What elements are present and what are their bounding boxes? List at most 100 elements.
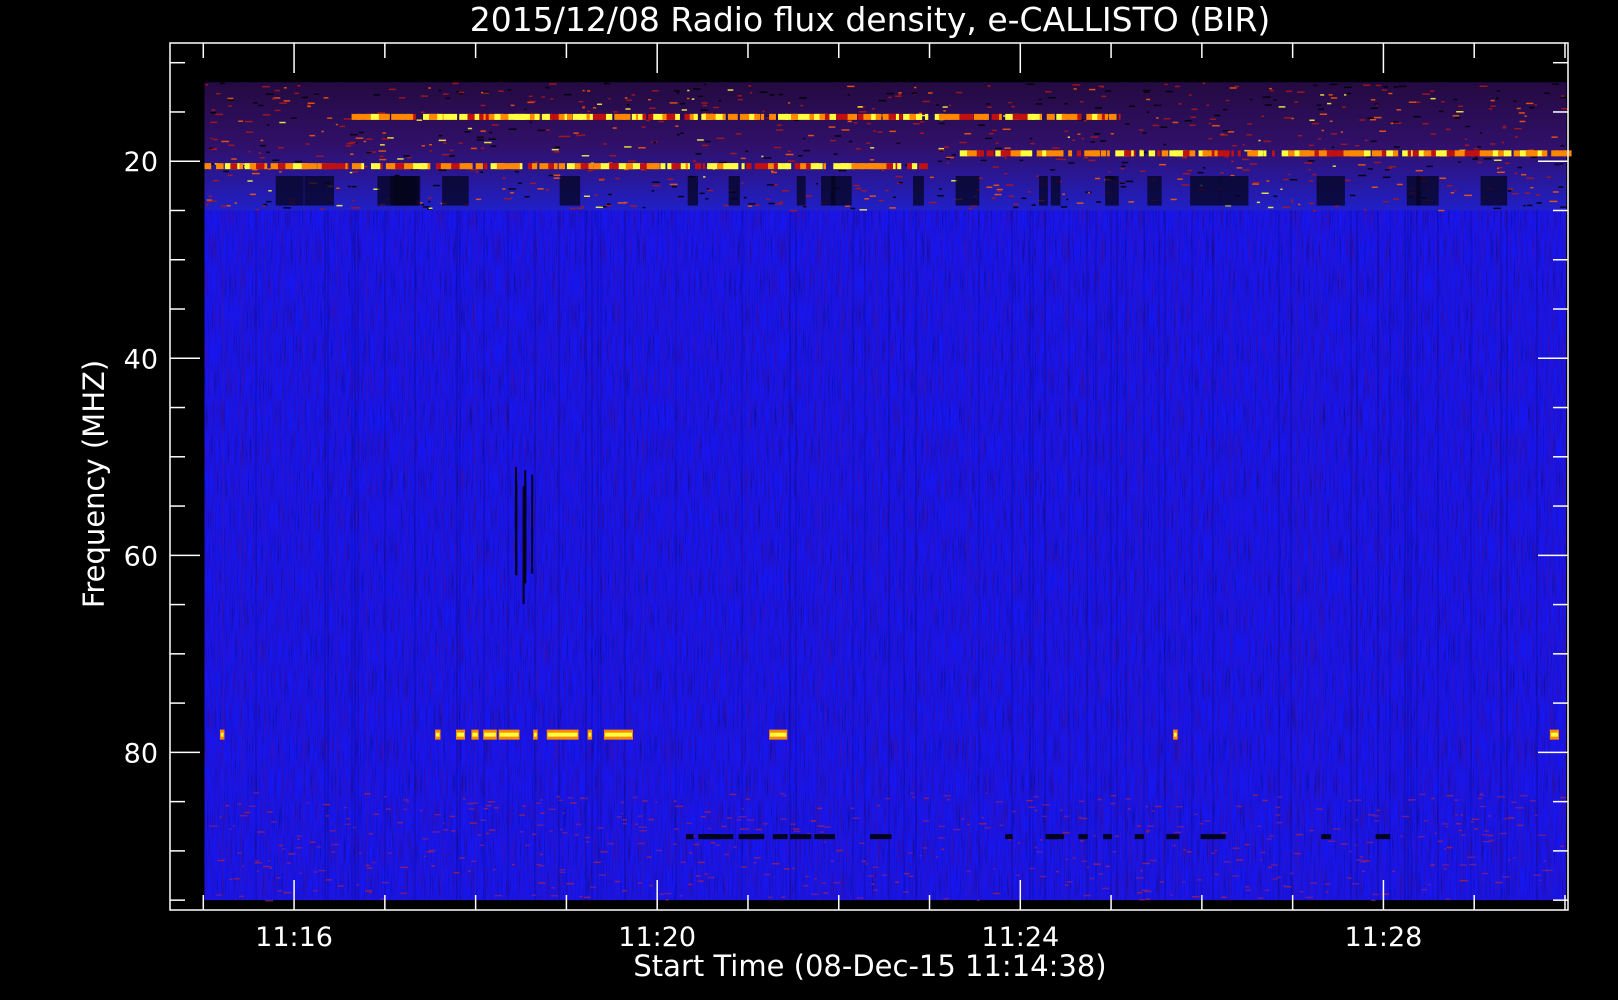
speckle: [1036, 851, 1043, 853]
speckle: [1137, 891, 1143, 894]
speckle: [1110, 132, 1114, 135]
speckle: [876, 804, 880, 807]
speckle: [1290, 872, 1294, 875]
speckle: [459, 93, 463, 95]
speckle: [1065, 858, 1069, 861]
speckle: [939, 149, 945, 151]
speckle: [845, 205, 851, 207]
speckle: [1354, 799, 1362, 801]
speckle: [648, 818, 654, 821]
speckle: [216, 894, 222, 896]
speckle: [1260, 851, 1266, 854]
speckle: [1093, 133, 1101, 135]
speckle: [1511, 192, 1519, 195]
speckle: [703, 176, 706, 178]
speckle: [1197, 879, 1202, 881]
dark-blob: [830, 176, 836, 206]
speckle: [754, 204, 760, 206]
speckle: [1127, 808, 1131, 810]
speckle: [641, 169, 647, 171]
speckle: [1334, 205, 1339, 208]
speckle: [1275, 814, 1281, 816]
speckle: [1330, 97, 1338, 99]
dark-dash: [1005, 834, 1013, 840]
flash-core: [456, 732, 465, 737]
line-segment: [1068, 150, 1073, 157]
speckle: [1349, 850, 1352, 853]
speckle: [625, 108, 631, 110]
speckle: [923, 797, 930, 800]
speckle: [881, 169, 885, 172]
speckle: [1445, 826, 1449, 828]
speckle: [267, 859, 271, 862]
speckle: [759, 91, 768, 93]
line-segment: [702, 163, 705, 170]
speckle: [991, 197, 996, 199]
speckle: [429, 849, 436, 852]
speckle: [741, 808, 745, 810]
speckle: [213, 138, 218, 141]
speckle: [1441, 823, 1449, 825]
speckle: [1188, 94, 1192, 96]
speckle: [707, 189, 714, 192]
line-segment: [1221, 150, 1230, 157]
speckle: [1236, 167, 1243, 169]
speckle: [1375, 84, 1382, 87]
speckle: [1393, 86, 1398, 88]
speckle: [823, 892, 829, 894]
dark-blob: [687, 176, 699, 206]
speckle: [964, 132, 972, 135]
speckle: [307, 105, 311, 108]
line-segment: [1157, 150, 1161, 157]
line-segment: [440, 163, 446, 170]
speckle: [712, 106, 720, 109]
speckle: [480, 819, 486, 822]
speckle: [871, 883, 875, 885]
speckle: [234, 202, 237, 204]
speckle: [469, 822, 477, 824]
speckle: [1503, 125, 1506, 127]
speckle: [595, 206, 604, 209]
speckle: [1446, 846, 1453, 849]
line-segment: [1039, 113, 1042, 120]
line-segment: [1479, 150, 1485, 157]
speckle: [260, 139, 264, 142]
speckle: [210, 121, 218, 124]
speckle: [821, 882, 826, 884]
speckle: [519, 814, 525, 816]
speckle: [1125, 798, 1131, 800]
speckle: [1355, 144, 1360, 147]
speckle: [1257, 897, 1264, 899]
speckle: [803, 205, 807, 208]
speckle: [387, 852, 392, 854]
speckle: [1367, 168, 1373, 170]
speckle: [693, 843, 700, 846]
bright-line: [351, 113, 1121, 120]
speckle: [491, 124, 499, 126]
line-segment: [366, 113, 370, 120]
speckle: [729, 793, 737, 796]
line-segment: [519, 163, 523, 170]
speckle: [403, 808, 407, 811]
speckle: [673, 843, 677, 845]
dark-dash: [1375, 834, 1391, 840]
speckle: [576, 207, 584, 209]
speckle: [872, 866, 879, 869]
speckle: [889, 207, 896, 209]
line-segment: [938, 113, 954, 120]
speckle: [1013, 203, 1020, 205]
speckle: [476, 136, 484, 139]
speckle: [943, 110, 946, 112]
speckle: [701, 102, 708, 104]
spike: [524, 481, 527, 571]
speckle: [1487, 834, 1494, 837]
speckle: [578, 895, 583, 898]
speckle: [373, 94, 380, 96]
speckle: [368, 891, 372, 894]
speckle: [257, 831, 265, 833]
speckle: [614, 880, 621, 883]
speckle: [350, 207, 357, 209]
speckle: [626, 99, 633, 101]
speckle: [1119, 182, 1125, 185]
speckle: [485, 804, 492, 807]
